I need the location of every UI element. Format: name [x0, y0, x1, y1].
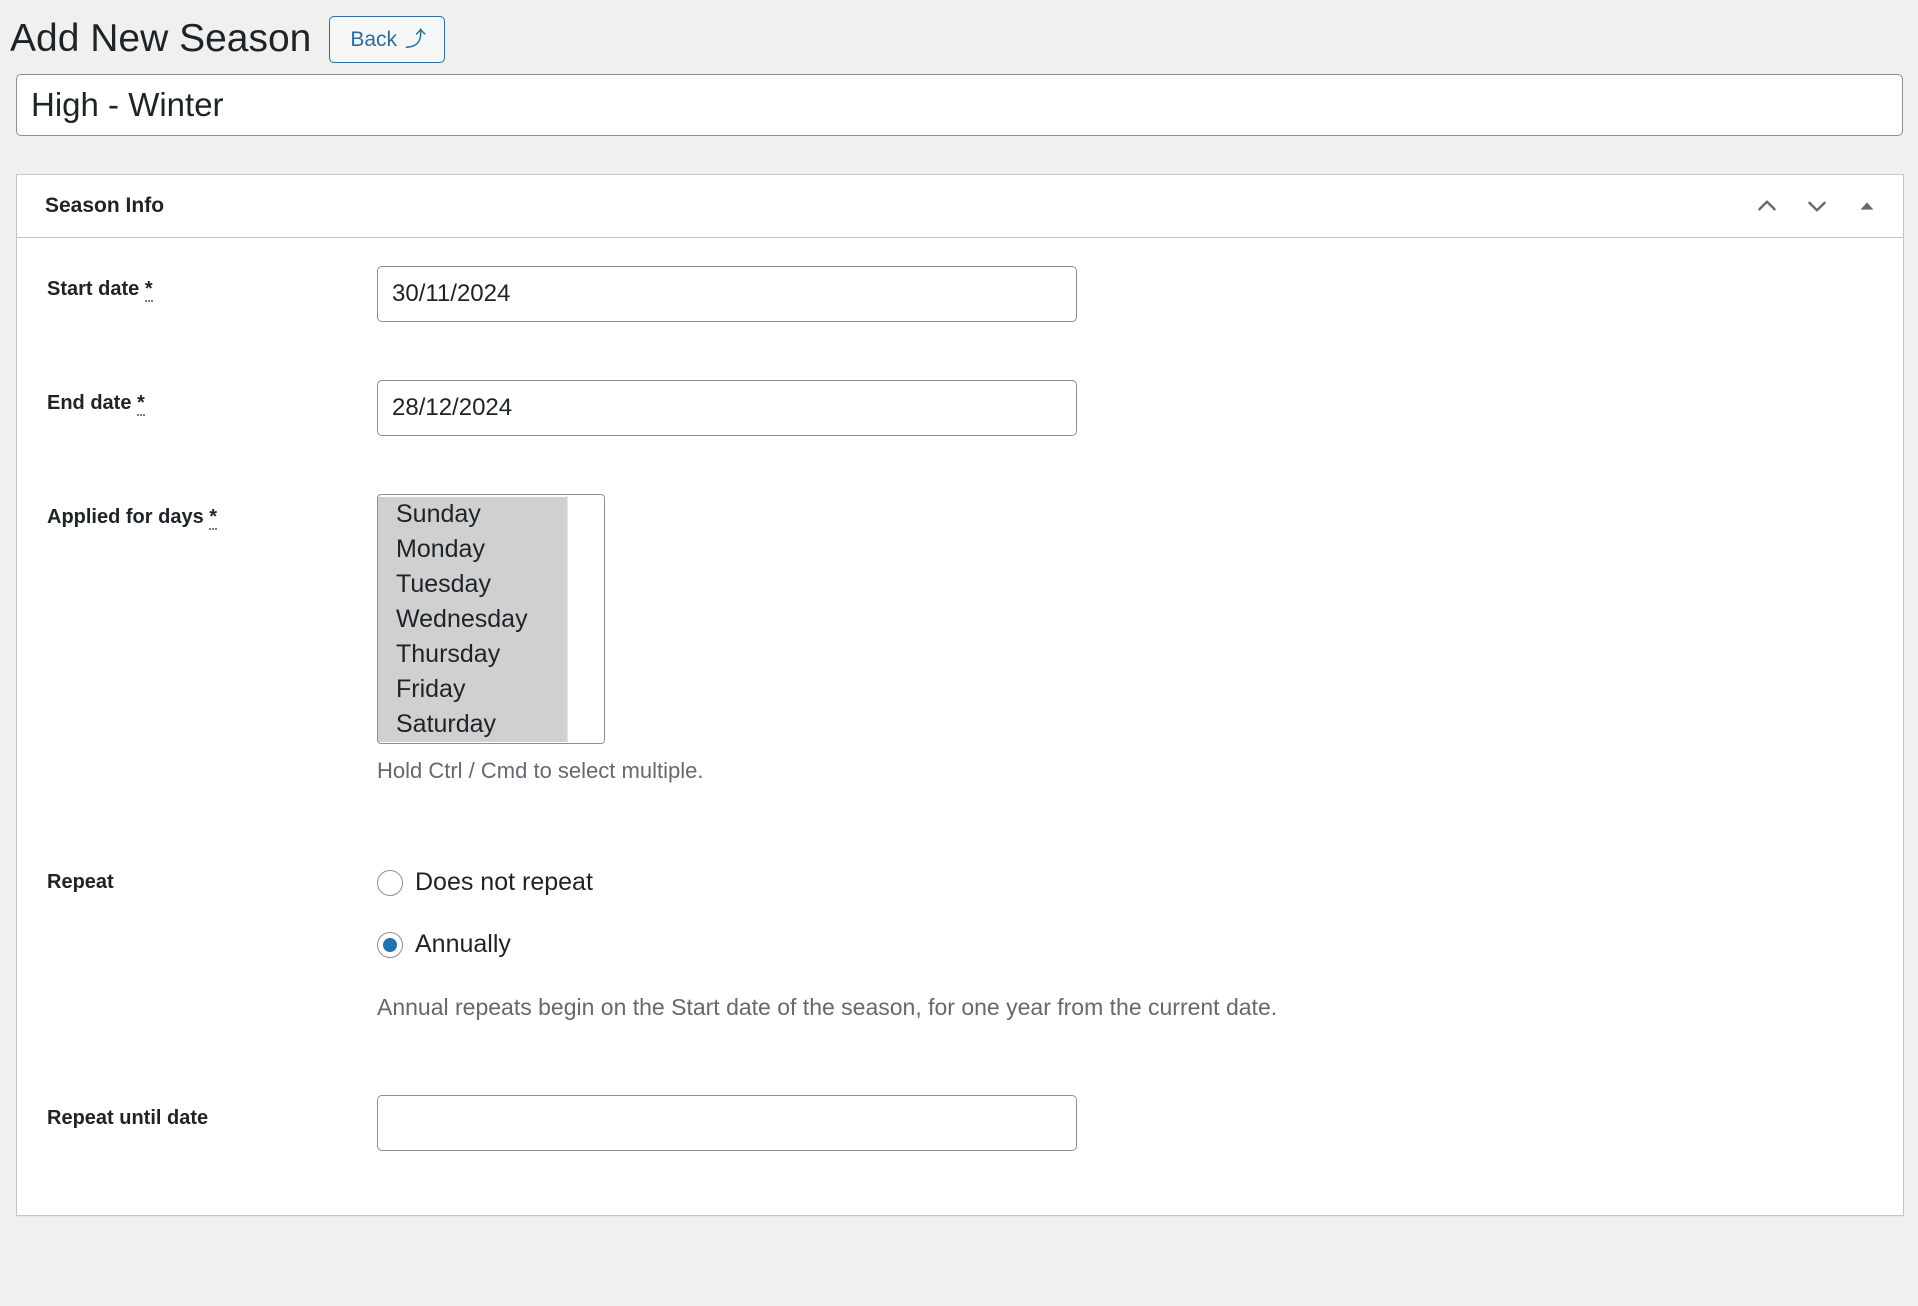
- form-row-applied-days: Applied for days * Sunday Monday Tuesday We…: [17, 484, 1903, 787]
- radio-checked-icon[interactable]: [377, 931, 403, 958]
- start-date-label-text: Start date: [47, 278, 140, 300]
- start-date-control: [377, 256, 1903, 322]
- end-date-control: [377, 370, 1903, 436]
- season-info-panel: Season Info Start date * 30/11/2024 End …: [16, 174, 1904, 1216]
- start-date-label: Start date *: [17, 256, 377, 304]
- panel-title: Season Info: [45, 194, 165, 217]
- panel-actions: [1745, 184, 1889, 228]
- applied-days-label-text: Applied for days: [47, 506, 204, 528]
- repeat-control: Does not repeat Annually Annual repeats b…: [377, 849, 1903, 1023]
- form-row-end-date: End date *: [17, 370, 1903, 436]
- applied-days-label: Applied for days *: [17, 484, 377, 532]
- end-date-label: End date *: [17, 370, 377, 418]
- applied-days-control: Sunday Monday Tuesday Wednesday Thursday Frid…: [377, 484, 1903, 787]
- page-title: Add New Season: [10, 16, 312, 60]
- season-title-wrapper: [0, 64, 1918, 136]
- back-button[interactable]: Back ⤴: [329, 15, 446, 63]
- radio-unchecked-icon[interactable]: [377, 869, 403, 896]
- toggle-panel-icon[interactable]: [1845, 184, 1889, 228]
- day-option[interactable]: Wednesday: [378, 602, 604, 637]
- required-indicator: *: [137, 392, 145, 416]
- end-date-input[interactable]: [377, 380, 1077, 436]
- back-button-label: Back: [350, 27, 398, 51]
- repeat-radio-option[interactable]: Does not repeat: [377, 859, 1903, 907]
- move-up-icon[interactable]: [1745, 184, 1789, 228]
- start-date-input[interactable]: [377, 266, 1077, 322]
- repeat-radio-option[interactable]: Annually: [377, 921, 1903, 969]
- repeat-label-text: Repeat: [47, 870, 114, 893]
- repeat-note: Annual repeats begin on the Start date o…: [377, 993, 1278, 1020]
- day-option[interactable]: Thursday: [378, 637, 604, 672]
- form-row-repeat: Repeat Does not repeat Annually Annual re…: [17, 849, 1903, 1023]
- form-row-start-date: Start date *: [17, 256, 1903, 322]
- repeat-radio-label: Annually: [415, 930, 511, 959]
- repeat-radio-group: Does not repeat Annually: [377, 859, 1903, 969]
- page-header: Add New Season Back ⤴: [0, 0, 1918, 64]
- repeat-label: Repeat: [17, 849, 377, 897]
- day-option[interactable]: Friday: [378, 672, 604, 707]
- form-row-repeat-until: Repeat until date: [17, 1085, 1903, 1151]
- day-option[interactable]: Saturday: [378, 707, 604, 742]
- end-date-label-text: End date: [47, 392, 132, 414]
- arrow-up-right-curved-icon: ⤴: [405, 27, 427, 51]
- repeat-until-input[interactable]: [377, 1094, 1077, 1151]
- repeat-radio-label: Does not repeat: [415, 868, 593, 897]
- repeat-until-control: [377, 1085, 1903, 1151]
- applied-days-help-text: Hold Ctrl / Cmd to select multiple.: [377, 758, 704, 783]
- season-info-form: Start date * End date * Applied for days…: [17, 238, 1903, 1215]
- season-title-input[interactable]: [16, 74, 1903, 136]
- season-info-panel-header: Season Info: [17, 175, 1903, 238]
- move-down-icon[interactable]: [1795, 184, 1839, 228]
- required-indicator: *: [209, 506, 218, 530]
- repeat-until-label-text: Repeat until date: [47, 1106, 209, 1129]
- day-option[interactable]: Monday: [378, 532, 604, 567]
- applied-days-listbox[interactable]: Sunday Monday Tuesday Wednesday Thursday Frid…: [377, 494, 605, 744]
- day-option[interactable]: Tuesday: [378, 567, 604, 602]
- required-indicator: *: [144, 278, 153, 302]
- repeat-until-label: Repeat until date: [17, 1085, 377, 1133]
- day-option[interactable]: Sunday: [378, 497, 604, 532]
